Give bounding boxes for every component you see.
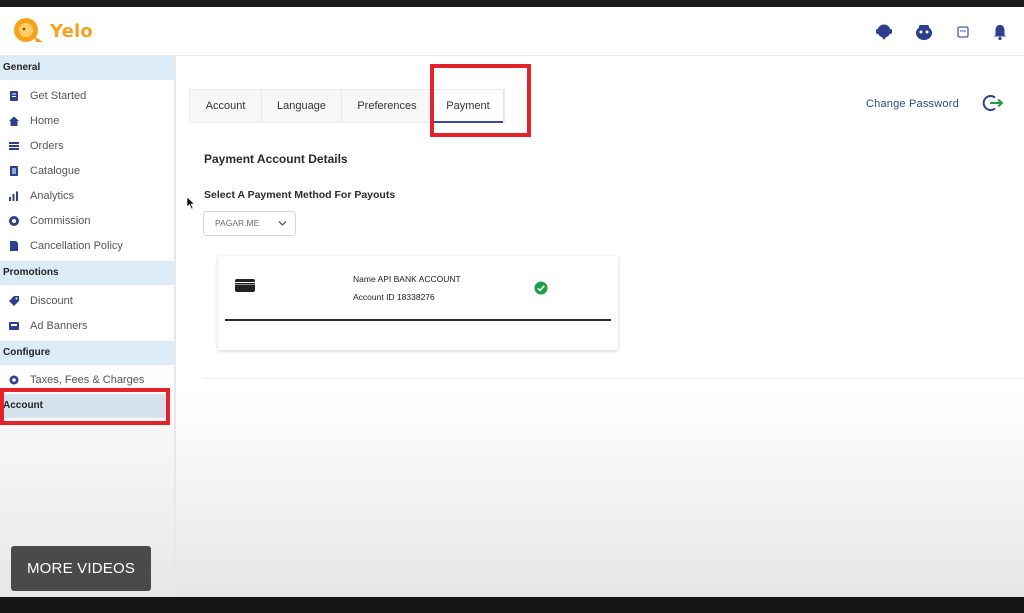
sidebar-item-cancellation-policy[interactable]: Cancellation Policy	[0, 234, 174, 258]
sidebar-item-label: Get Started	[30, 90, 87, 102]
sidebar-item-label: Home	[30, 115, 60, 127]
credit-card-icon	[235, 279, 255, 292]
payout-method-label: Select A Payment Method For Payouts	[204, 189, 396, 201]
user-avatar-icon[interactable]	[915, 23, 933, 41]
video-bottom-bar	[0, 597, 1024, 613]
payment-method-value: PAGAR.ME	[215, 218, 260, 228]
tab-payment[interactable]: Payment	[433, 90, 504, 123]
discount-tag-icon	[9, 296, 19, 306]
settings-gear-icon	[9, 375, 19, 385]
main-content: Account Language Preferences Payment Cha…	[176, 56, 1024, 597]
sidebar-item-analytics[interactable]: Analytics	[0, 184, 174, 208]
bank-account-card[interactable]: Name API BANK ACCOUNT Account ID 1833827…	[218, 256, 618, 350]
sidebar-item-label: Orders	[30, 140, 64, 152]
logo[interactable]: Yelo	[12, 16, 93, 46]
tab-account[interactable]: Account	[190, 90, 262, 122]
payment-method-select[interactable]: PAGAR.ME	[203, 211, 296, 236]
sidebar-item-label: Ad Banners	[30, 320, 88, 332]
sidebar-section-configure: Configure	[0, 341, 174, 365]
bar-chart-icon	[9, 191, 18, 201]
chevron-down-icon	[278, 221, 287, 226]
bank-account-id: Account ID 18338276	[353, 292, 435, 302]
policy-document-icon	[10, 241, 18, 251]
home-icon	[9, 116, 19, 126]
sidebar-item-label: Discount	[30, 295, 73, 307]
sidebar-item-label: Cancellation Policy	[30, 240, 123, 252]
verified-check-icon	[534, 281, 548, 295]
document-icon	[10, 91, 18, 101]
catalogue-icon	[10, 166, 18, 176]
sidebar-item-taxes-fees-charges[interactable]: Taxes, Fees & Charges	[0, 368, 174, 392]
sidebar-item-label: Taxes, Fees & Charges	[30, 374, 145, 386]
section-divider	[204, 378, 1022, 379]
commission-icon	[9, 216, 19, 226]
list-icon	[9, 142, 19, 150]
sidebar-section-general: General	[0, 56, 174, 80]
sidebar-item-ad-banners[interactable]: Ad Banners	[0, 314, 174, 338]
tab-language[interactable]: Language	[262, 90, 342, 122]
banner-icon	[9, 322, 19, 330]
mouse-cursor-icon	[186, 196, 196, 210]
sidebar-item-get-started[interactable]: Get Started	[0, 84, 174, 108]
sidebar-item-label: Commission	[30, 215, 91, 227]
sidebar-item-catalogue[interactable]: Catalogue	[0, 159, 174, 183]
calendar-icon[interactable]	[954, 23, 972, 41]
sidebar-section-account[interactable]: Account	[0, 394, 166, 418]
lion-logo-icon	[14, 18, 43, 42]
bank-account-name: Name API BANK ACCOUNT	[353, 274, 461, 284]
more-videos-button[interactable]: MORE VIDEOS	[11, 546, 151, 591]
sidebar-item-orders[interactable]: Orders	[0, 134, 174, 158]
app-header: Yelo	[0, 7, 1024, 56]
video-top-bar	[0, 0, 1024, 7]
sidebar-item-commission[interactable]: Commission	[0, 209, 174, 233]
sidebar-item-label: Analytics	[30, 190, 75, 202]
sidebar-item-home[interactable]: Home	[0, 109, 174, 133]
change-password-link[interactable]: Change Password	[866, 98, 959, 110]
card-divider	[225, 319, 611, 321]
settings-tabs: Account Language Preferences Payment	[189, 89, 505, 123]
payment-section-title: Payment Account Details	[204, 152, 348, 166]
tab-preferences[interactable]: Preferences	[342, 90, 433, 122]
sidebar-section-promotions: Promotions	[0, 261, 174, 285]
sidebar-item-label: Catalogue	[30, 165, 81, 177]
sidebar-item-discount[interactable]: Discount	[0, 289, 174, 313]
app-name: Yelo	[50, 20, 93, 42]
notification-bell-icon[interactable]	[991, 23, 1009, 41]
logout-icon[interactable]	[982, 94, 1004, 112]
sidebar: General Get Started Home Orders Catalogu…	[0, 56, 175, 597]
support-chat-icon[interactable]	[875, 23, 893, 41]
